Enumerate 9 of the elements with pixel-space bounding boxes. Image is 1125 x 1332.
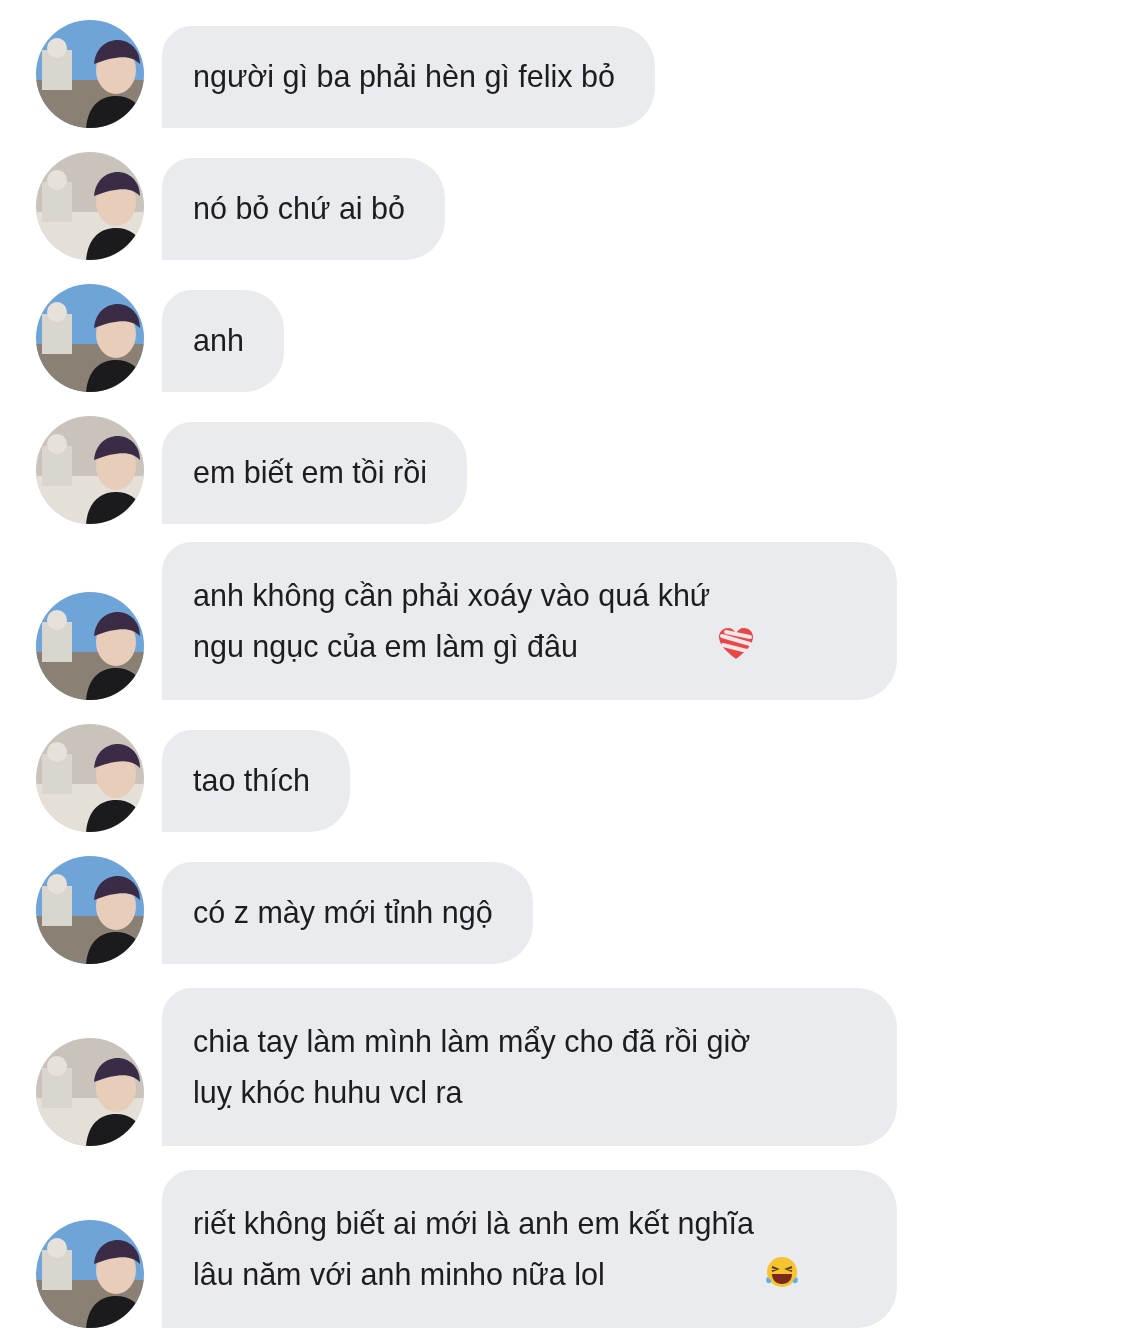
message-text: anh không cần phải xoáy vào quá khứ ngu ngục của em làm gì đâu — [193, 577, 711, 666]
message-text: em biết em tồi rồi — [193, 454, 427, 491]
message-text: có z mày mới tỉnh ngộ — [193, 894, 493, 932]
message-text: nó bỏ chứ ai bỏ — [193, 190, 406, 227]
message-text: anh — [193, 322, 244, 359]
message-text: chia tay làm mình làm mẩy cho đã rồi giờ luỵ khóc huhu vcl ra — [193, 1023, 751, 1112]
message-text: tao thích — [193, 762, 310, 799]
message-text: người gì ba phải hèn gì felix bỏ — [193, 58, 615, 96]
message-text: riết không biết ai mới là anh em kết nghĩa lâu năm với anh minho nữa lol — [193, 1205, 754, 1293]
